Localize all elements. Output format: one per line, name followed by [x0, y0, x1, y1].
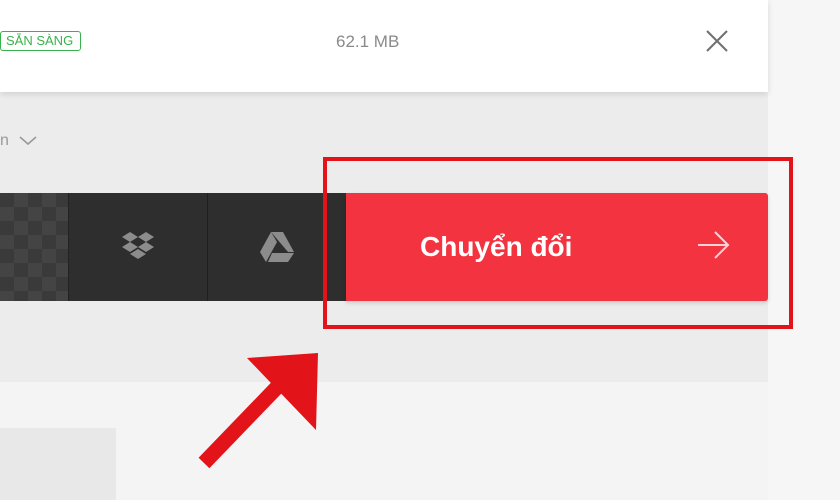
options-dropdown-label: n: [0, 132, 9, 149]
close-button[interactable]: [700, 25, 734, 59]
options-dropdown[interactable]: n: [0, 126, 37, 156]
google-drive-button[interactable]: [208, 193, 346, 301]
status-badge: SẴN SÀNG: [0, 31, 82, 51]
file-size: 62.1 MB: [336, 32, 400, 51]
google-drive-icon: [260, 232, 294, 262]
convert-button-label: Chuyển đổi: [420, 231, 573, 262]
save-destination-bar: [0, 193, 346, 301]
dropbox-button[interactable]: [69, 193, 208, 301]
device-upload-segment[interactable]: [0, 193, 69, 301]
right-background-strip: [768, 0, 840, 500]
dropbox-icon: [122, 232, 154, 259]
convert-button[interactable]: Chuyển đổi: [346, 193, 768, 301]
arrow-right-icon: [698, 231, 730, 259]
chevron-down-icon: [19, 136, 37, 146]
lower-left-block: [0, 428, 116, 500]
file-item-card: SẴN SÀNG 62.1 MB: [0, 0, 768, 92]
close-icon: [706, 30, 728, 52]
